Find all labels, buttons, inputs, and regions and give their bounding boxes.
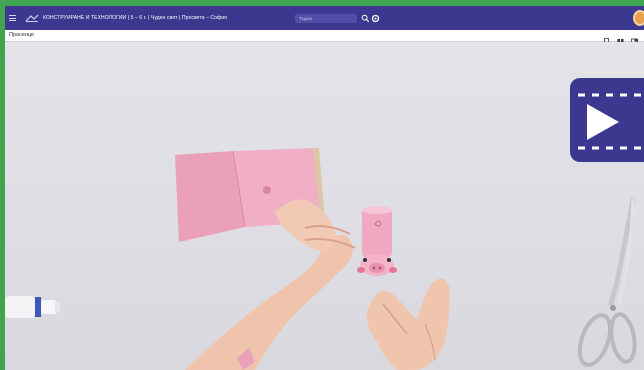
gear-icon[interactable] [371,14,380,23]
search-input[interactable] [295,14,357,23]
glue-stick [5,296,60,318]
piglet-tube [357,206,397,276]
video-player[interactable] [5,42,644,370]
bookmark-icon[interactable] [603,32,610,46]
app-window: КОНСТРУИРАНЕ И ТЕХНОЛОГИИ | 5 – 6 г. | Ч… [5,6,644,370]
scissors [577,197,637,367]
avatar[interactable] [633,10,644,26]
search-icon[interactable] [361,14,370,23]
window-icon[interactable] [631,32,638,45]
play-button[interactable] [570,78,644,162]
book-title: КОНСТРУИРАНЕ И ТЕХНОЛОГИИ | 5 – 6 г. | Ч… [43,15,227,21]
logo-icon [25,14,39,22]
play-icon [578,93,641,150]
menu-icon[interactable] [9,6,23,30]
top-bar: КОНСТРУИРАНЕ И ТЕХНОЛОГИИ | 5 – 6 г. | Ч… [5,6,644,30]
video-frame [5,148,637,370]
right-hand [366,278,450,370]
page-title: Прасенце [9,32,35,38]
sub-bar: Прасенце [5,30,644,46]
pages-icon[interactable] [617,32,624,44]
